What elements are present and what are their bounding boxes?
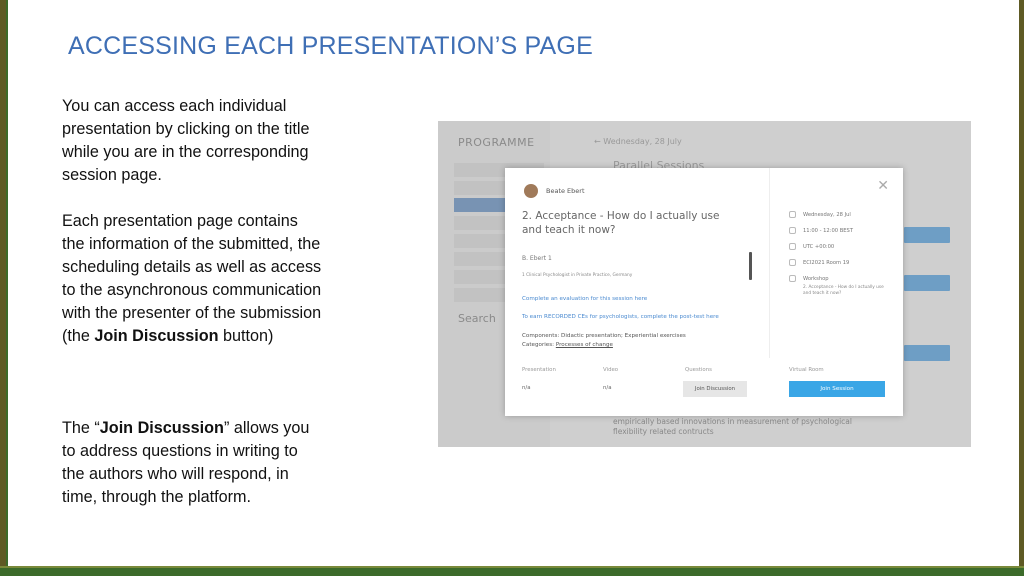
scrollbar [749,252,752,280]
avatar [524,184,538,198]
session-join-button [904,227,950,243]
questions-header: Questions [685,367,712,373]
presentation-header: Presentation [522,367,556,373]
info-time: 11:00 - 12:00 BEST [789,227,853,234]
platform-screenshot: PROGRAMME Search ← Wednesday, 28 July Pa… [438,121,971,447]
close-icon: ✕ [877,178,889,194]
affiliation: 1 Clinical Psychologist in Private Pract… [522,273,633,278]
info-type-text: Workshop [803,276,829,282]
video-header: Video [603,367,619,373]
search-label: Search [458,312,496,325]
frame-left-accent [6,0,8,576]
paragraph-text: Each presentation page contains the info… [62,212,322,345]
session-join-button [904,275,950,291]
info-date: Wednesday, 28 Jul [789,211,851,218]
video-value: n/a [603,385,612,391]
join-session-button: Join Session [789,381,885,397]
frame-right-border [1019,0,1024,576]
presentation-value: n/a [522,385,531,391]
info-talk: 2. Acceptance - How do I actually use an… [803,285,884,296]
info-date-text: Wednesday, 28 Jul [803,212,851,218]
info-timezone-text: UTC +00:00 [803,244,835,250]
globe-icon [789,243,796,250]
paragraph-presentation-page: Each presentation page contains the info… [62,210,322,348]
info-timezone: UTC +00:00 [789,243,834,250]
location-icon [789,259,796,266]
info-time-text: 11:00 - 12:00 BEST [803,228,854,234]
components-text: Components: Didactic presentation; Exper… [522,333,686,339]
paragraph-access: You can access each individual presentat… [62,97,310,184]
calendar-icon [789,211,796,218]
frame-bottom-border [0,568,1024,576]
author-name: Beate Ebert [546,187,585,195]
clock-icon [789,227,796,234]
slide: ACCESSING EACH PRESENTATION’S PAGE You c… [0,0,1024,576]
bold-join-discussion: Join Discussion [99,419,224,437]
join-discussion-button: Join Discussion [683,381,747,397]
bold-join-discussion: Join Discussion [94,327,219,345]
date-nav: ← Wednesday, 28 July [594,137,682,146]
info-room: ECI2021 Room 19 [789,259,849,266]
paragraph-join-discussion: The “Join Discussion” allows you to addr… [62,417,322,509]
author-line: B. Ebert 1 [522,255,552,262]
post-test-link: To earn RECORDED CEs for psychologists, … [522,314,719,320]
categories-link: Processes of change [555,342,613,348]
programme-label: PROGRAMME [458,136,535,149]
presentation-title: 2. Acceptance - How do I actually use an… [522,210,720,236]
info-type: Workshop [789,275,829,282]
info-room-text: ECI2021 Room 19 [803,260,850,266]
presentation-modal: ✕ Beate Ebert 2. Acceptance - How do I a… [505,168,903,416]
paragraph-text: The “ [62,419,100,437]
virtual-room-header: Virtual Room [789,367,824,373]
session-join-button [904,345,950,361]
slide-title: ACCESSING EACH PRESENTATION’S PAGE [68,32,593,60]
tag-icon [789,275,796,282]
categories-label: Categories: [522,342,556,348]
modal-divider [769,168,770,358]
session-description: empirically based innovations in measure… [613,417,852,436]
paragraph-text: button) [218,327,274,345]
components-info: Components: Didactic presentation; Exper… [522,332,686,350]
evaluation-link: Complete an evaluation for this session … [522,296,648,302]
